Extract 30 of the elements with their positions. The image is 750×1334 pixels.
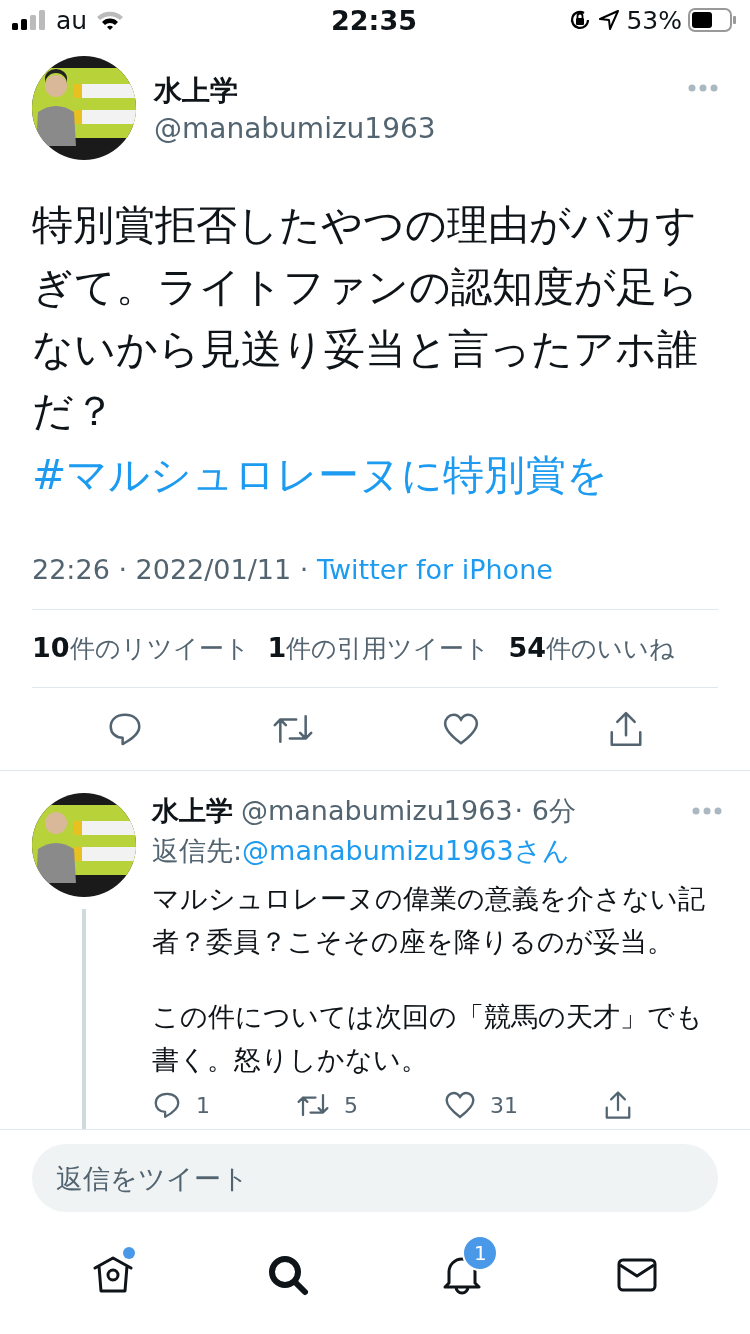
heart-icon[interactable] [442,711,480,747]
action-count: 1 [196,1092,210,1118]
tweet-text: 特別賞拒否したやつの理由がバカすぎて。ライトファンの認知度が足らないから見送り妥当と言ったアホ誰だ？ [32,200,700,437]
reply-text: マルシュロレーヌの偉業の意義を介さない記者？委員？こそその座を降りるのが妥当。 [152,882,706,959]
location-icon [598,9,621,31]
reply-input-field[interactable]: 返信をツイート [32,1144,718,1212]
reply-to-label: 返信先: [152,835,243,866]
user-handle[interactable]: @manabumizu1963 [241,795,513,826]
battery-icon [688,8,736,32]
wifi-icon [95,9,126,31]
action-count: 31 [490,1092,518,1118]
tweet-timestamp: 22:26 · 2022/01/11 · [32,554,310,585]
signal-icon [12,10,48,30]
stat-link[interactable]: 10件のリツイート [32,632,250,665]
notification-count: 1 [462,1235,499,1271]
reply-icon[interactable] [152,1090,182,1120]
heart-icon[interactable] [444,1090,476,1120]
user-name[interactable]: 水上学 [154,71,688,110]
stat-link[interactable]: 54件のいいね [508,632,675,665]
stat-link[interactable]: 1件の引用ツイート [267,632,491,665]
clock: 22:35 [331,4,417,36]
share-icon[interactable] [604,1090,632,1120]
action-count: 5 [344,1092,358,1118]
reply-time: · 6分 [514,794,576,828]
share-icon[interactable] [608,710,644,748]
carrier-name: au [56,5,88,35]
battery-percent: 53% [626,5,682,35]
reply-text: この件については次回の「競馬の天才」でも書く。怒りしかない。 [152,1000,704,1077]
user-name[interactable]: 水上学 [152,793,233,829]
user-handle[interactable]: @manabumizu1963 [154,111,688,145]
